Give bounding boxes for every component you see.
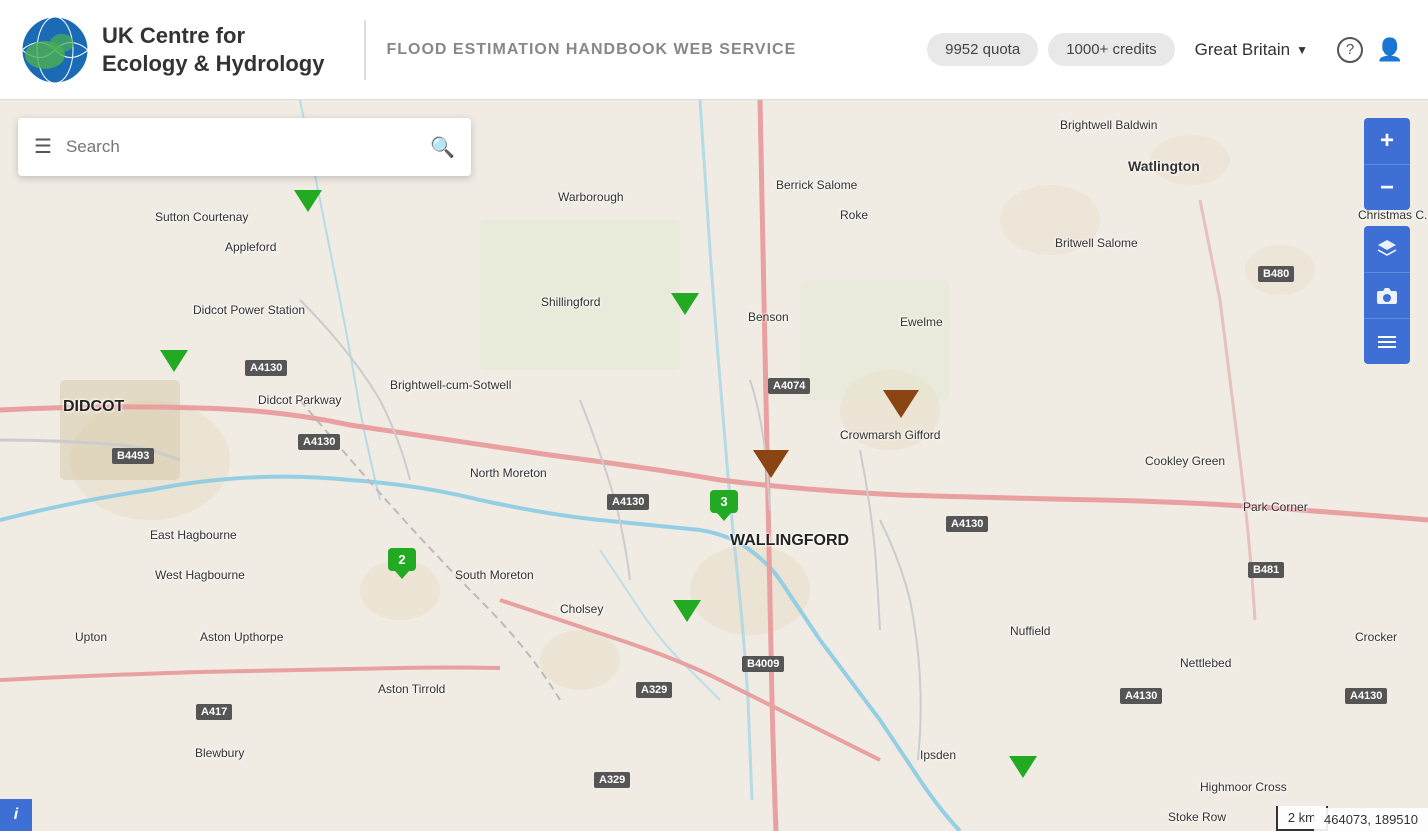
org-name: UK Centre for Ecology & Hydrology [102, 22, 324, 77]
zoom-in-button[interactable]: + [1364, 118, 1410, 164]
chevron-down-icon: ▼ [1296, 43, 1308, 57]
gauge-marker-g1[interactable] [294, 190, 322, 212]
road-badge-a4074: A4074 [768, 378, 810, 394]
search-button[interactable]: 🔍 [430, 135, 455, 160]
gauge-marker-cluster2[interactable]: 2 [388, 548, 416, 571]
gauge-marker-g3[interactable] [671, 293, 699, 315]
road-badge-a4130-5: A4130 [1120, 688, 1162, 704]
gauge-marker-g5[interactable] [1009, 756, 1037, 778]
coordinates-display: 464073, 189510 [1314, 808, 1428, 831]
map-container[interactable]: WatlingtonBrightwell BaldwinWarboroughBe… [0, 100, 1428, 831]
road-badge-a4130-6: A4130 [1345, 688, 1387, 704]
road-badge-b481: B481 [1248, 562, 1284, 578]
hamburger-icon: ☰ [34, 136, 52, 158]
search-input[interactable] [66, 137, 430, 157]
region-selector[interactable]: Great Britain ▼ [1195, 40, 1308, 60]
gauge-marker-g4[interactable] [673, 600, 701, 622]
map-svg [0, 100, 1428, 831]
quota-badge: 9952 quota [927, 33, 1038, 66]
road-badge-a329-2: A329 [594, 772, 630, 788]
header: UK Centre for Ecology & Hydrology FLOOD … [0, 0, 1428, 100]
search-icon: 🔍 [430, 137, 455, 159]
region-label: Great Britain [1195, 40, 1290, 60]
logo-area: UK Centre for Ecology & Hydrology [20, 15, 324, 85]
road-badge-a417: A417 [196, 704, 232, 720]
help-icon: ? [1337, 37, 1363, 63]
map-background [0, 100, 1428, 831]
legend-button[interactable] [1364, 318, 1410, 364]
layers-button[interactable] [1364, 226, 1410, 272]
gauge-marker-g2[interactable] [160, 350, 188, 372]
logo-icon [20, 15, 90, 85]
zoom-out-button[interactable]: − [1364, 164, 1410, 210]
header-divider [364, 20, 366, 80]
menu-button[interactable]: ☰ [34, 137, 52, 157]
user-button[interactable]: 👤 [1372, 32, 1408, 68]
road-badge-b4009: B4009 [742, 656, 784, 672]
gauge-marker-g7[interactable] [753, 450, 789, 478]
service-title: FLOOD ESTIMATION HANDBOOK WEB SERVICE [386, 41, 927, 59]
search-bar: ☰ 🔍 [18, 118, 471, 176]
legend-icon [1376, 333, 1398, 351]
road-badge-a329-1: A329 [636, 682, 672, 698]
road-badge-a4130-3: A4130 [607, 494, 649, 510]
road-badge-a4130-1: A4130 [245, 360, 287, 376]
road-badge-b4493: B4493 [112, 448, 154, 464]
road-badge-b480: B480 [1258, 266, 1294, 282]
map-controls: + − [1364, 118, 1410, 364]
help-button[interactable]: ? [1332, 32, 1368, 68]
road-badge-a4130-4: A4130 [946, 516, 988, 532]
credits-badge: 1000+ credits [1048, 33, 1174, 66]
info-icon: i [14, 806, 18, 824]
camera-button[interactable] [1364, 272, 1410, 318]
gauge-marker-g6[interactable] [883, 390, 919, 418]
gauge-marker-cluster3[interactable]: 3 [710, 490, 738, 513]
layers-icon [1376, 238, 1398, 260]
camera-icon [1376, 287, 1398, 305]
info-button[interactable]: i [0, 799, 32, 831]
road-badge-a4130-2: A4130 [298, 434, 340, 450]
user-icon: 👤 [1376, 37, 1403, 63]
org-name-line2: Ecology & Hydrology [102, 51, 324, 77]
